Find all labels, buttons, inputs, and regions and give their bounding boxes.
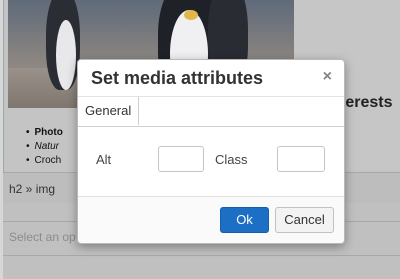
dialog-footer: Ok Cancel [78,196,344,243]
ok-button[interactable]: Ok [220,207,269,233]
list-item: Natur [26,140,63,154]
list-item: Croch [26,154,63,168]
element-path[interactable]: h2 » img [9,182,55,196]
alt-input[interactable] [158,146,204,172]
class-label: Class [215,152,248,167]
close-icon[interactable]: × [323,69,332,85]
dialog-title: Set media attributes [91,68,264,88]
select-placeholder[interactable]: Select an op [9,230,76,244]
media-attributes-dialog: Set media attributes × General Alt Class… [77,59,345,244]
dialog-header: Set media attributes × [78,60,344,97]
list-item: Photo [26,126,63,140]
cancel-button[interactable]: Cancel [275,207,334,233]
alt-label: Alt [96,152,112,167]
bullet-list: Photo Natur Croch [26,126,63,168]
tab-general[interactable]: General [78,97,140,125]
class-input[interactable] [277,146,325,172]
side-heading: terests [340,94,393,111]
dialog-tabs: General [78,97,344,127]
